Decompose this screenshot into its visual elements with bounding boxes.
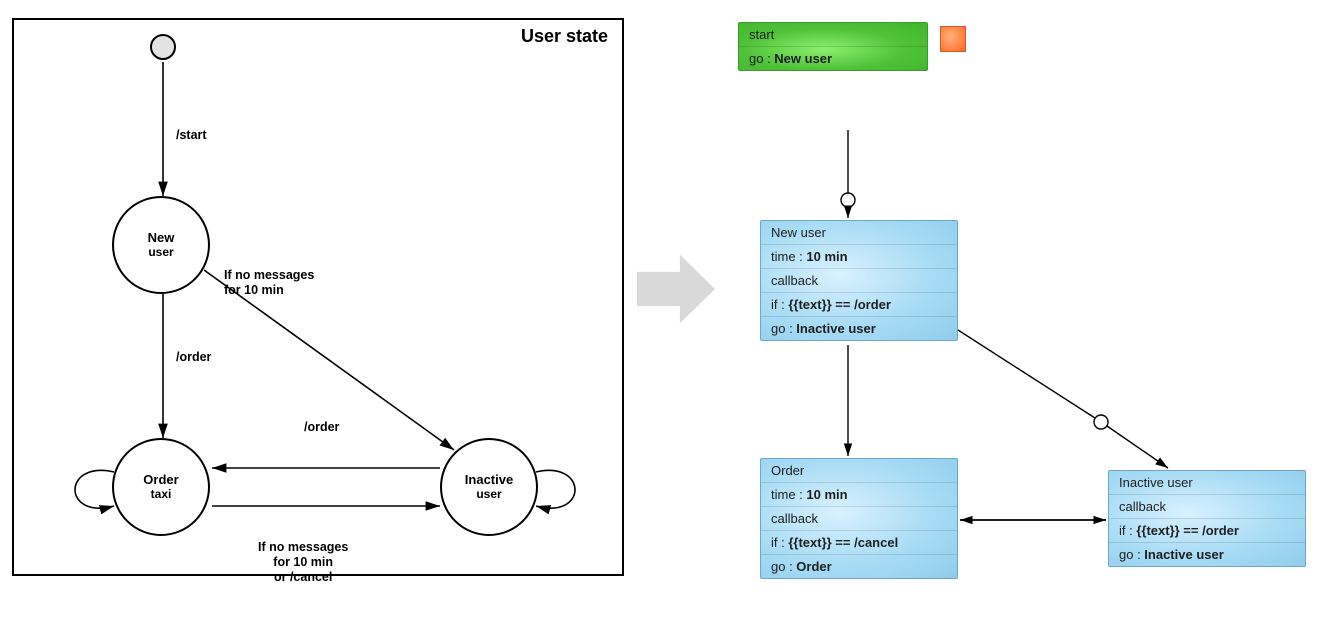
node-new-user-title: New user (761, 221, 957, 244)
edge-label-order-down: /order (176, 350, 211, 365)
state-inactive: Inactive user (440, 438, 538, 536)
node-order-go: go : Order (761, 554, 957, 578)
node-inactive: Inactive user callback if : {{text}} == … (1108, 470, 1306, 567)
node-new-user: New user time : 10 min callback if : {{t… (760, 220, 958, 341)
edge-label-start: /start (176, 128, 207, 143)
node-inactive-callback: callback (1109, 494, 1305, 518)
node-new-user-time: time : 10 min (761, 244, 957, 268)
state-inactive-subtitle: user (442, 488, 536, 502)
state-new-user-subtitle: user (114, 246, 208, 260)
node-new-user-if: if : {{text}} == /order (761, 292, 957, 316)
state-order-subtitle: taxi (114, 488, 208, 502)
node-start: start go : New user (738, 22, 928, 71)
node-new-user-callback: callback (761, 268, 957, 292)
node-start-title: start (739, 23, 927, 46)
node-inactive-go: go : Inactive user (1109, 542, 1305, 566)
node-order: Order time : 10 min callback if : {{text… (760, 458, 958, 579)
node-order-if: if : {{text}} == /cancel (761, 530, 957, 554)
node-start-go: go : New user (739, 46, 927, 70)
edge-label-no-msg-top: If no messages for 10 min (224, 268, 314, 298)
edge-label-no-msg-bottom: If no messages for 10 min or /cancel (258, 540, 348, 585)
edge-label-order-mid: /order (304, 420, 339, 435)
node-new-user-go: go : Inactive user (761, 316, 957, 340)
initial-state-dot (150, 34, 176, 60)
node-order-time: time : 10 min (761, 482, 957, 506)
node-order-title: Order (761, 459, 957, 482)
panel-title: User state (521, 26, 608, 47)
transform-arrow-icon (637, 250, 715, 328)
state-inactive-title: Inactive (442, 473, 536, 488)
node-order-callback: callback (761, 506, 957, 530)
node-inactive-if: if : {{text}} == /order (1109, 518, 1305, 542)
state-order: Order taxi (112, 438, 210, 536)
state-new-user: New user (112, 196, 210, 294)
state-diagram-panel: User state New user Order taxi Inactive … (12, 18, 624, 576)
state-new-user-title: New (114, 231, 208, 246)
node-inactive-title: Inactive user (1109, 471, 1305, 494)
state-order-title: Order (114, 473, 208, 488)
node-start-marker-icon (940, 26, 966, 52)
